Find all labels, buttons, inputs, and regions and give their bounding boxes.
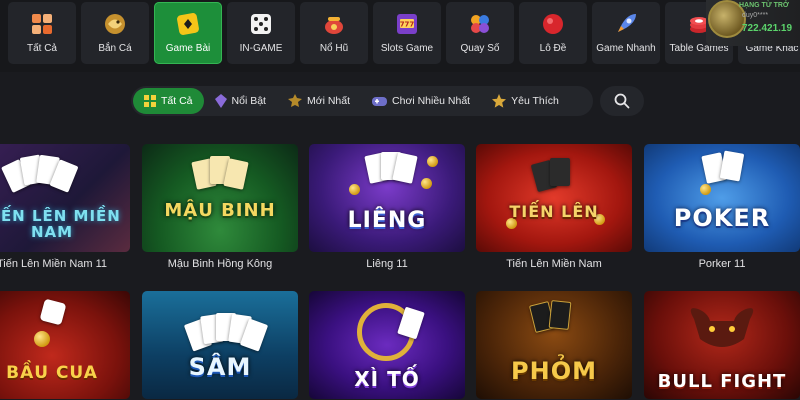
- game-thumbnail: POKER: [644, 144, 800, 252]
- game-title: Tiến Lên Miền Nam 11: [0, 258, 108, 270]
- game-title: Porker 11: [698, 258, 746, 270]
- game-card[interactable]: MẬU BINH Mậu Binh Hồng Kông: [142, 144, 298, 270]
- category-label: Quay Số: [460, 43, 500, 54]
- game-card[interactable]: LIÊNG Liêng 11: [309, 144, 465, 270]
- game-thumbnail: TIẾN LÊN MIỀN NAM: [0, 144, 130, 252]
- category-label: Tất Cả: [26, 43, 57, 54]
- game-thumbnail: BULL FIGHT: [644, 291, 800, 399]
- category-fish-shooting[interactable]: Bắn Cá: [81, 2, 149, 64]
- filter-label: Tất Cả: [161, 95, 193, 107]
- card-game-icon: [175, 11, 201, 37]
- filter-all[interactable]: Tất Cả: [133, 88, 204, 114]
- category-all[interactable]: Tất Cả: [8, 2, 76, 64]
- game-thumbnail: MẬU BINH: [142, 144, 298, 252]
- game-thumbnail: BẦU CUA: [0, 291, 130, 399]
- filter-newest[interactable]: Mới Nhất: [277, 88, 361, 114]
- category-lode[interactable]: Lô Đề: [519, 2, 587, 64]
- game-title: Mậu Binh Hồng Kông: [167, 258, 273, 270]
- search-icon: [614, 93, 630, 109]
- filter-label: Yêu Thích: [511, 95, 559, 107]
- star-icon: [492, 94, 507, 108]
- category-label: Nổ Hũ: [319, 43, 349, 54]
- game-thumbnail: SÂM: [142, 291, 298, 399]
- category-bar: Tất Cả Bắn Cá Game Bài IN-GAME Nổ Hũ 777…: [0, 0, 800, 72]
- filter-label: Chơi Nhiều Nhất: [392, 95, 471, 107]
- fish-shooting-icon: [102, 11, 128, 37]
- game-art-text: POKER: [673, 204, 771, 232]
- category-card-game[interactable]: Game Bài: [154, 2, 222, 64]
- category-label: IN-GAME: [239, 43, 283, 54]
- game-art-text: BULL FIGHT: [657, 371, 787, 392]
- game-art-text: LIÊNG: [347, 208, 427, 233]
- game-card[interactable]: XÌ TỐ: [309, 291, 465, 399]
- user-account-widget[interactable]: HẠNG TỪ TRỞ duy0**** 722.421.19: [706, 0, 800, 46]
- badge-icon: [287, 94, 302, 107]
- jackpot-pot-icon: [321, 11, 347, 37]
- filter-label: Mới Nhất: [306, 95, 351, 107]
- game-art-text: XÌ TỐ: [354, 367, 420, 391]
- category-label: Lô Đề: [539, 43, 567, 54]
- game-art-text: SÂM: [188, 353, 252, 381]
- gem-icon: [214, 94, 227, 108]
- ball-icon: [540, 11, 566, 37]
- game-card[interactable]: TIẾN LÊN Tiến Lên Miền Nam: [476, 144, 632, 270]
- grid-icon: [144, 95, 156, 107]
- game-art-text: TIẾN LÊN: [509, 202, 599, 221]
- game-art-text: BẦU CUA: [6, 363, 98, 383]
- filter-label: Nổi Bật: [231, 95, 266, 107]
- game-title: Tiến Lên Miền Nam: [506, 258, 602, 270]
- category-lottery[interactable]: Quay Số: [446, 2, 514, 64]
- filter-most-played[interactable]: Chơi Nhiều Nhất: [361, 88, 481, 114]
- game-art-text: MẬU BINH: [164, 200, 276, 221]
- game-card[interactable]: PHỎM: [476, 291, 632, 399]
- dice-icon: [248, 11, 274, 37]
- user-name: duy0****: [742, 12, 769, 19]
- game-thumbnail: XÌ TỐ: [309, 291, 465, 399]
- user-rank: HẠNG TỪ TRỞ: [739, 2, 789, 9]
- game-art-text: PHỎM: [511, 357, 597, 385]
- filter-bar: Tất Cả Nổi Bật Mới Nhất Chơi Nhiều Nhất …: [131, 86, 593, 116]
- game-card[interactable]: BULL FIGHT: [644, 291, 800, 399]
- game-card[interactable]: SÂM: [142, 291, 298, 399]
- grid-icon: [29, 11, 55, 37]
- user-balance: 722.421.19: [742, 23, 793, 34]
- lottery-balls-icon: [467, 11, 493, 37]
- game-card[interactable]: BẦU CUA: [0, 291, 130, 399]
- svg-text:777: 777: [400, 21, 415, 29]
- category-label: Game Bài: [165, 43, 211, 54]
- category-label: Bắn Cá: [98, 43, 132, 54]
- game-thumbnail: PHỎM: [476, 291, 632, 399]
- search-button[interactable]: [600, 86, 644, 116]
- filter-featured[interactable]: Nổi Bật: [204, 88, 277, 114]
- game-card[interactable]: POKER Porker 11: [644, 144, 800, 270]
- game-title: Liêng 11: [366, 258, 408, 270]
- category-jackpot[interactable]: Nổ Hũ: [300, 2, 368, 64]
- slot-machine-icon: 777: [394, 11, 420, 37]
- category-in-game[interactable]: IN-GAME: [227, 2, 295, 64]
- gamepad-icon: [372, 96, 388, 106]
- game-thumbnail: TIẾN LÊN: [476, 144, 632, 252]
- category-slots[interactable]: 777 Slots Game: [373, 2, 441, 64]
- game-card[interactable]: TIẾN LÊN MIỀN NAM Tiến Lên Miền Nam 11: [0, 144, 130, 270]
- category-label: Slots Game: [380, 43, 434, 54]
- rocket-icon: [613, 11, 639, 37]
- game-thumbnail: LIÊNG: [309, 144, 465, 252]
- category-label: Game Nhanh: [596, 43, 656, 54]
- category-fast-game[interactable]: Game Nhanh: [592, 2, 660, 64]
- game-art-text: TIẾN LÊN MIỀN NAM: [0, 207, 121, 241]
- filter-favorite[interactable]: Yêu Thích: [481, 88, 570, 114]
